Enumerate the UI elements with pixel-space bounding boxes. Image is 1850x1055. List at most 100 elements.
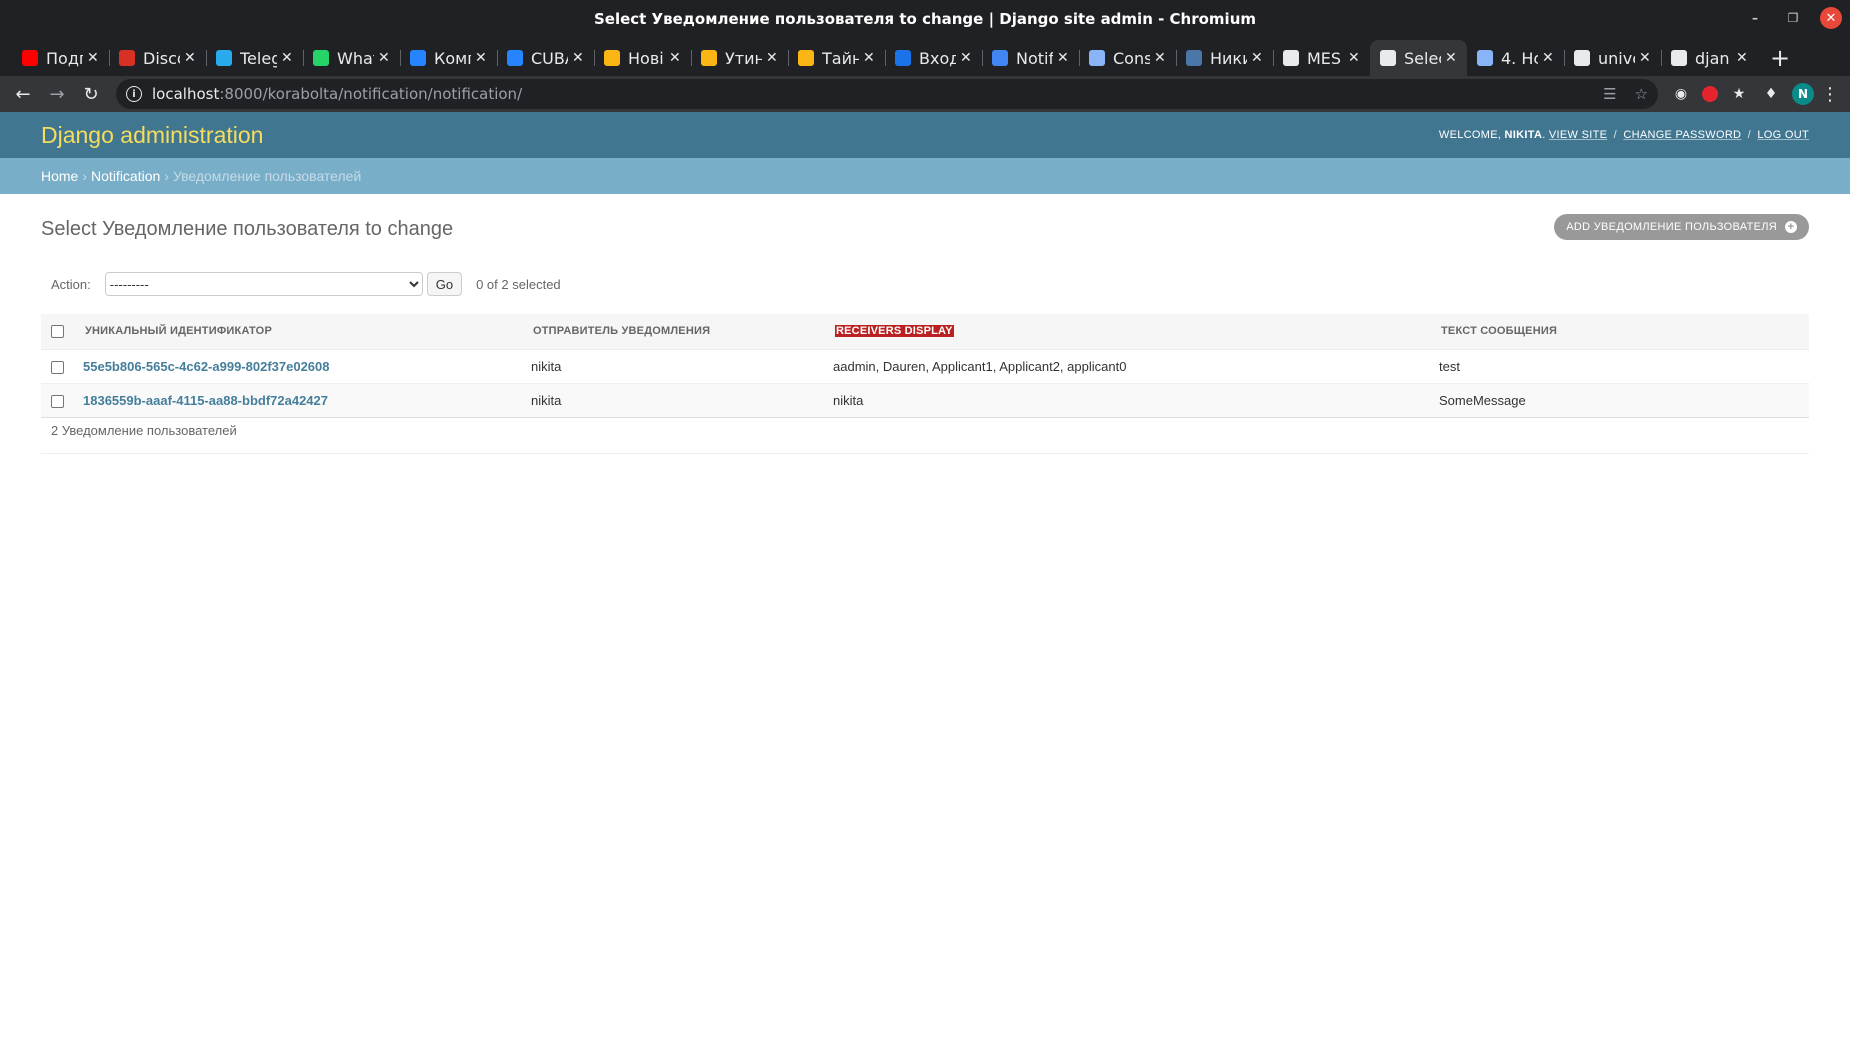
profile-avatar[interactable]: N bbox=[1792, 83, 1814, 105]
tab-close-icon[interactable]: ✕ bbox=[1639, 50, 1653, 66]
tab-close-icon[interactable]: ✕ bbox=[87, 50, 101, 66]
browser-tab[interactable]: 4. Hc ✕ bbox=[1467, 40, 1564, 76]
go-button[interactable]: Go bbox=[426, 272, 463, 296]
browser-tab[interactable]: Ники✕ bbox=[1176, 40, 1273, 76]
site-branding[interactable]: Django administration bbox=[41, 122, 263, 149]
browser-tab[interactable]: Тайн ✕ bbox=[788, 40, 885, 76]
action-select[interactable]: --------- bbox=[104, 272, 423, 296]
add-notification-button[interactable]: Add Уведомление пользователя + bbox=[1554, 214, 1809, 240]
tab-close-icon[interactable]: ✕ bbox=[960, 50, 974, 66]
yandex-icon bbox=[701, 50, 717, 66]
column-header-receivers[interactable]: Receivers display bbox=[827, 314, 1433, 350]
browser-tab[interactable]: CUBA✕ bbox=[497, 40, 594, 76]
tab-close-icon[interactable]: ✕ bbox=[572, 50, 586, 66]
tab-label: Selec bbox=[1404, 48, 1441, 68]
tab-close-icon[interactable]: ✕ bbox=[378, 50, 392, 66]
translate-icon[interactable]: ☰ bbox=[1603, 85, 1616, 103]
tab-close-icon[interactable]: ✕ bbox=[184, 50, 198, 66]
browser-tab[interactable]: Teleg ✕ bbox=[206, 40, 303, 76]
puzzle-extensions-icon[interactable]: ♦ bbox=[1760, 83, 1782, 105]
address-bar[interactable]: i localhost:8000/korabolta/notification/… bbox=[116, 79, 1658, 109]
back-icon[interactable]: ← bbox=[8, 79, 38, 109]
browser-tab[interactable]: Комг✕ bbox=[400, 40, 497, 76]
row-checkbox[interactable] bbox=[51, 394, 64, 408]
view-site-link[interactable]: View site bbox=[1549, 129, 1607, 141]
tab-close-icon[interactable]: ✕ bbox=[1057, 50, 1071, 66]
tab-close-icon[interactable]: ✕ bbox=[669, 50, 683, 66]
log-out-link[interactable]: Log out bbox=[1757, 129, 1809, 141]
browser-tab[interactable]: Cons ✕ bbox=[1079, 40, 1176, 76]
plus-icon: + bbox=[1785, 221, 1797, 233]
browser-tab[interactable]: Вход ✕ bbox=[885, 40, 982, 76]
site-info-icon[interactable]: i bbox=[126, 86, 142, 102]
table-row: 55e5b806-565c-4c62-a999-802f37e02608 nik… bbox=[41, 349, 1809, 384]
tab-label: Подг bbox=[46, 48, 83, 68]
browser-tab[interactable]: Подг✕ bbox=[12, 40, 109, 76]
extensions-area: ◉ ★ ♦ N bbox=[1670, 83, 1814, 105]
column-header-id[interactable]: Уникальный идентификатор bbox=[77, 314, 525, 350]
admin-page: Django administration Welcome, nikita. V… bbox=[0, 112, 1850, 1055]
select-all-checkbox[interactable] bbox=[51, 324, 64, 338]
browser-tab[interactable]: Disco✕ bbox=[109, 40, 206, 76]
breadcrumb-home[interactable]: Home bbox=[41, 168, 78, 184]
mail-icon bbox=[895, 50, 911, 66]
results-table: Уникальный идентификатор Отправитель уве… bbox=[41, 314, 1809, 418]
add-button-label: Add Уведомление пользователя bbox=[1566, 221, 1777, 233]
tab-close-icon[interactable]: ✕ bbox=[1348, 50, 1362, 66]
column-header-sender[interactable]: Отправитель уведомления bbox=[525, 314, 827, 350]
actions-bar: Action: --------- Go 0 of 2 selected bbox=[41, 268, 1809, 300]
column-header-text[interactable]: Текст сообщения bbox=[1433, 314, 1809, 350]
browser-tab[interactable]: djan ✕ bbox=[1661, 40, 1758, 76]
book-icon bbox=[1089, 50, 1105, 66]
row-text: test bbox=[1433, 349, 1809, 384]
tab-close-icon[interactable]: ✕ bbox=[863, 50, 877, 66]
change-password-link[interactable]: Change password bbox=[1623, 129, 1741, 141]
telegram-icon bbox=[216, 50, 232, 66]
tab-label: unive bbox=[1598, 48, 1635, 68]
admin-header: Django administration Welcome, nikita. V… bbox=[0, 112, 1850, 158]
google-icon bbox=[1671, 50, 1687, 66]
adblock-extension-icon[interactable] bbox=[1702, 86, 1718, 102]
close-window-icon[interactable]: ✕ bbox=[1820, 7, 1842, 29]
tab-close-icon[interactable]: ✕ bbox=[766, 50, 780, 66]
window-controls: – ❐ ✕ bbox=[1744, 7, 1842, 29]
youtube-icon bbox=[22, 50, 38, 66]
breadcrumb: Home › Notification › Уведомление пользо… bbox=[0, 158, 1850, 194]
tab-close-icon[interactable]: ✕ bbox=[1445, 50, 1459, 66]
browser-tab[interactable]: MES ✕ bbox=[1273, 40, 1370, 76]
minimize-icon[interactable]: – bbox=[1744, 7, 1766, 29]
tab-label: Утин bbox=[725, 48, 762, 68]
tab-close-icon[interactable]: ✕ bbox=[475, 50, 489, 66]
browser-tab[interactable]: Selec✕ bbox=[1370, 40, 1467, 76]
breadcrumb-app[interactable]: Notification bbox=[91, 168, 160, 184]
row-id-link[interactable]: 1836559b-aaaf-4115-aa88-bbdf72a42427 bbox=[83, 393, 328, 408]
tab-label: What bbox=[337, 48, 374, 68]
browser-tab[interactable]: Notif ✕ bbox=[982, 40, 1079, 76]
tab-label: Cons bbox=[1113, 48, 1150, 68]
browser-tab[interactable]: Утин ✕ bbox=[691, 40, 788, 76]
tab-close-icon[interactable]: ✕ bbox=[281, 50, 295, 66]
row-checkbox[interactable] bbox=[51, 360, 64, 374]
tab-close-icon[interactable]: ✕ bbox=[1154, 50, 1168, 66]
window-title: Select Уведомление пользователя to chang… bbox=[593, 10, 1257, 28]
browser-toolbar: ← → ↻ i localhost:8000/korabolta/notific… bbox=[0, 76, 1850, 112]
reload-icon[interactable]: ↻ bbox=[76, 79, 106, 109]
book-icon bbox=[1477, 50, 1493, 66]
browser-menu-icon[interactable]: ⋮ bbox=[1818, 84, 1842, 105]
forward-icon[interactable]: → bbox=[42, 79, 72, 109]
incognito-extension-icon[interactable]: ◉ bbox=[1670, 83, 1692, 105]
restore-icon[interactable]: ❐ bbox=[1782, 7, 1804, 29]
bookmark-star-icon[interactable]: ☆ bbox=[1635, 85, 1648, 103]
tab-close-icon[interactable]: ✕ bbox=[1251, 50, 1265, 66]
row-sender: nikita bbox=[525, 349, 827, 384]
new-tab-icon[interactable]: + bbox=[1762, 40, 1798, 76]
docs-icon bbox=[992, 50, 1008, 66]
browser-tab[interactable]: unive✕ bbox=[1564, 40, 1661, 76]
star-extension-icon[interactable]: ★ bbox=[1728, 83, 1750, 105]
browser-tab[interactable]: Нові ✕ bbox=[594, 40, 691, 76]
tab-close-icon[interactable]: ✕ bbox=[1736, 50, 1750, 66]
globe-icon bbox=[1380, 50, 1396, 66]
tab-close-icon[interactable]: ✕ bbox=[1542, 50, 1556, 66]
row-id-link[interactable]: 55e5b806-565c-4c62-a999-802f37e02608 bbox=[83, 359, 330, 374]
browser-tab[interactable]: What✕ bbox=[303, 40, 400, 76]
